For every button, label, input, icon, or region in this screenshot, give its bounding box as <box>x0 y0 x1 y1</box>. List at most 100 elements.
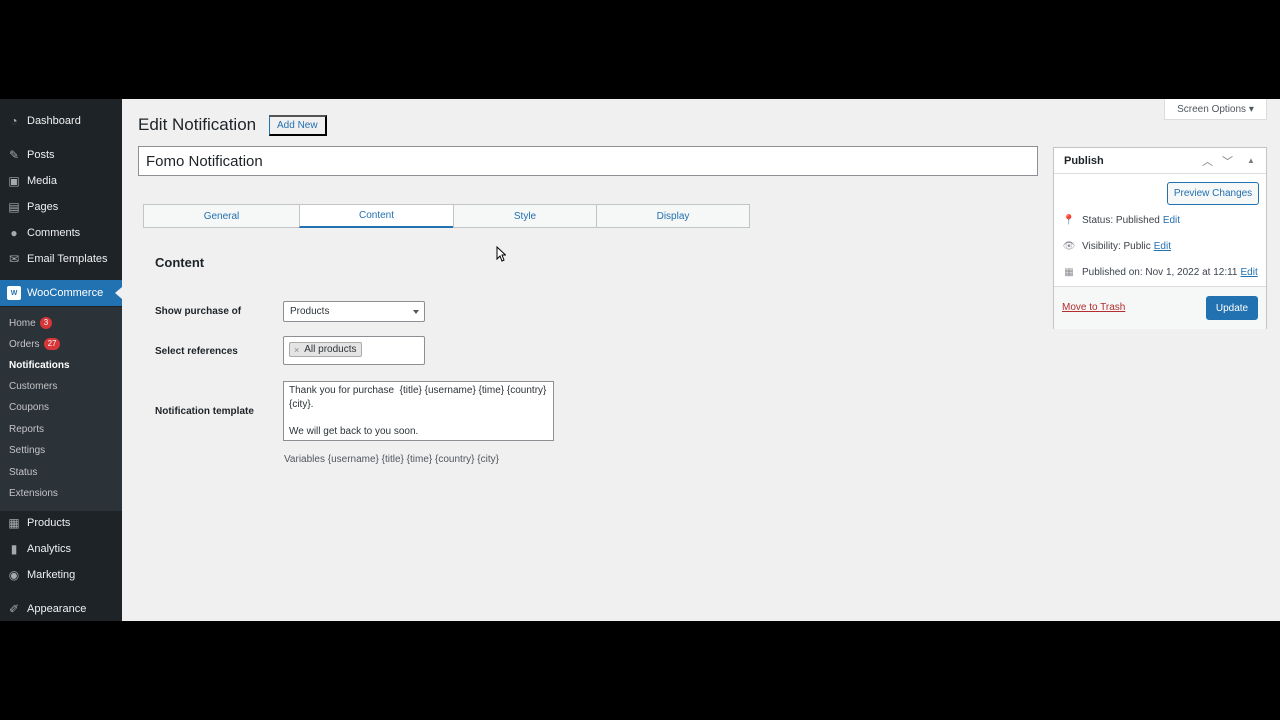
sidebar-item-products[interactable]: ▦ Products <box>0 510 122 536</box>
brush-icon: ✐ <box>8 602 20 616</box>
submenu-label: Notifications <box>9 360 70 371</box>
submenu-item-notifications[interactable]: Notifications <box>9 360 70 371</box>
reference-tag: × All products <box>289 342 362 357</box>
archive-icon: ▦ <box>8 516 20 530</box>
sidebar-item-label: Posts <box>27 149 55 161</box>
email-icon: ✉ <box>8 252 20 266</box>
wp-admin-frame: ◔ Dashboard ✎ Posts ▣ Media ▤ Pages ● Co… <box>0 99 1280 621</box>
post-title-input[interactable] <box>138 146 1038 176</box>
sidebar-item-label: Analytics <box>27 543 72 555</box>
sidebar-item-appearance[interactable]: ✐ Appearance <box>0 596 122 621</box>
submenu-label: Customers <box>9 381 58 392</box>
tab-style[interactable]: Style <box>453 204 597 228</box>
variables-hint: Variables {username} {title} {time} {cou… <box>284 454 499 465</box>
reference-tag-label: All products <box>304 344 357 355</box>
woocommerce-submenu: Home 3 Orders 27 Notifications Customers… <box>0 307 122 511</box>
submenu-item-settings[interactable]: Settings <box>9 445 45 456</box>
sidebar-item-comments[interactable]: ● Comments <box>0 220 122 246</box>
sidebar-item-label: Products <box>27 517 71 529</box>
publish-box-header: Publish ︿ ﹀ ▲ <box>1054 148 1266 174</box>
submenu-label: Settings <box>9 445 46 456</box>
sidebar-item-label: Appearance <box>27 603 87 615</box>
select-references-label: Select references <box>155 346 238 357</box>
calendar-icon: ▦ <box>1064 267 1074 278</box>
sidebar-item-pages[interactable]: ▤ Pages <box>0 194 122 220</box>
submenu-item-orders[interactable]: Orders 27 <box>9 338 61 350</box>
submenu-label: Home <box>9 317 36 329</box>
select-value: Products <box>290 306 330 317</box>
count-badge: 27 <box>43 338 61 350</box>
show-purchase-label: Show purchase of <box>155 306 242 317</box>
submenu-label: Orders <box>9 338 40 350</box>
publish-box-footer: Move to Trash Update <box>1054 286 1266 329</box>
submenu-item-extensions[interactable]: Extensions <box>9 488 58 499</box>
section-heading: Content <box>155 255 205 270</box>
show-purchase-select[interactable]: Products <box>283 301 425 322</box>
publish-box: Publish ︿ ﹀ ▲ Preview Changes 📍 Status: … <box>1053 147 1267 329</box>
sidebar-item-posts[interactable]: ✎ Posts <box>0 142 122 168</box>
submenu-item-customers[interactable]: Customers <box>9 381 57 392</box>
status-label: Status: Published <box>1082 215 1160 226</box>
sidebar-item-dashboard[interactable]: ◔ Dashboard <box>0 108 122 134</box>
update-button[interactable]: Update <box>1206 296 1258 320</box>
published-on-row: ▦ Published on: Nov 1, 2022 at 12:11 Edi… <box>1062 267 1257 278</box>
mouse-cursor-icon <box>496 246 506 262</box>
eye-icon: 👁 <box>1062 241 1076 252</box>
references-multiselect[interactable]: × All products <box>283 336 425 365</box>
submenu-item-home[interactable]: Home 3 <box>9 317 53 329</box>
visibility-label: Visibility: Public <box>1082 241 1151 252</box>
screen-options-toggle[interactable]: Screen Options ▾ <box>1164 99 1267 120</box>
dashboard-icon: ◔ <box>10 114 18 128</box>
sidebar-item-marketing[interactable]: ◉ Marketing <box>0 562 122 588</box>
pin-icon: ✎ <box>8 148 20 162</box>
sidebar-item-label: Marketing <box>27 569 76 581</box>
notification-template-textarea[interactable]: Thank you for purchase {title} {username… <box>283 381 554 441</box>
tab-general[interactable]: General <box>143 204 300 228</box>
sidebar-item-label: WooCommerce <box>27 287 104 299</box>
sidebar-item-label: Comments <box>27 227 81 239</box>
sidebar-item-label: Dashboard <box>27 115 81 127</box>
chevron-down-icon[interactable]: ﹀ <box>1222 153 1233 169</box>
sidebar-item-woocommerce[interactable]: W WooCommerce <box>0 280 122 306</box>
edit-status-link[interactable]: Edit <box>1163 215 1180 226</box>
admin-sidebar: ◔ Dashboard ✎ Posts ▣ Media ▤ Pages ● Co… <box>0 99 122 621</box>
submenu-label: Extensions <box>9 488 58 499</box>
submenu-label: Coupons <box>9 402 50 413</box>
chevron-up-icon[interactable]: ︿ <box>1202 153 1213 169</box>
submenu-label: Reports <box>9 424 45 435</box>
media-icon: ▣ <box>8 174 20 188</box>
pin-icon: 📍 <box>1062 215 1076 226</box>
move-to-trash-link[interactable]: Move to Trash <box>1062 302 1125 313</box>
chart-icon: ▮ <box>10 542 18 556</box>
settings-tabs: General Content Style Display <box>143 204 750 228</box>
submenu-item-coupons[interactable]: Coupons <box>9 402 49 413</box>
notification-template-label: Notification template <box>155 406 254 417</box>
count-badge: 3 <box>39 317 53 329</box>
sidebar-item-label: Media <box>27 175 57 187</box>
sidebar-item-media[interactable]: ▣ Media <box>0 168 122 194</box>
published-on-label: Published on: Nov 1, 2022 at 12:11 <box>1082 267 1238 278</box>
tab-content[interactable]: Content <box>299 204 454 228</box>
sidebar-item-email-templates[interactable]: ✉ Email Templates <box>0 246 122 272</box>
collapse-toggle-icon[interactable]: ▲ <box>1247 156 1255 165</box>
submenu-item-reports[interactable]: Reports <box>9 424 44 435</box>
sidebar-item-label: Pages <box>27 201 59 213</box>
publish-title: Publish <box>1064 155 1104 167</box>
sidebar-item-label: Email Templates <box>27 253 108 265</box>
preview-changes-button[interactable]: Preview Changes <box>1167 182 1259 205</box>
visibility-row: 👁 Visibility: Public Edit <box>1062 241 1171 252</box>
woo-icon: W <box>7 286 21 300</box>
caret-down-icon <box>413 310 419 314</box>
add-new-button[interactable]: Add New <box>269 115 327 136</box>
edit-date-link[interactable]: Edit <box>1240 267 1257 278</box>
pages-icon: ▤ <box>8 200 20 214</box>
comment-icon: ● <box>10 226 18 240</box>
remove-tag-icon[interactable]: × <box>294 345 299 355</box>
status-row: 📍 Status: Published Edit <box>1062 215 1180 226</box>
submenu-label: Status <box>9 467 38 478</box>
sidebar-item-analytics[interactable]: ▮ Analytics <box>0 536 122 562</box>
tab-display[interactable]: Display <box>596 204 750 228</box>
edit-visibility-link[interactable]: Edit <box>1154 241 1171 252</box>
page-title: Edit Notification <box>138 115 257 134</box>
submenu-item-status[interactable]: Status <box>9 467 37 478</box>
